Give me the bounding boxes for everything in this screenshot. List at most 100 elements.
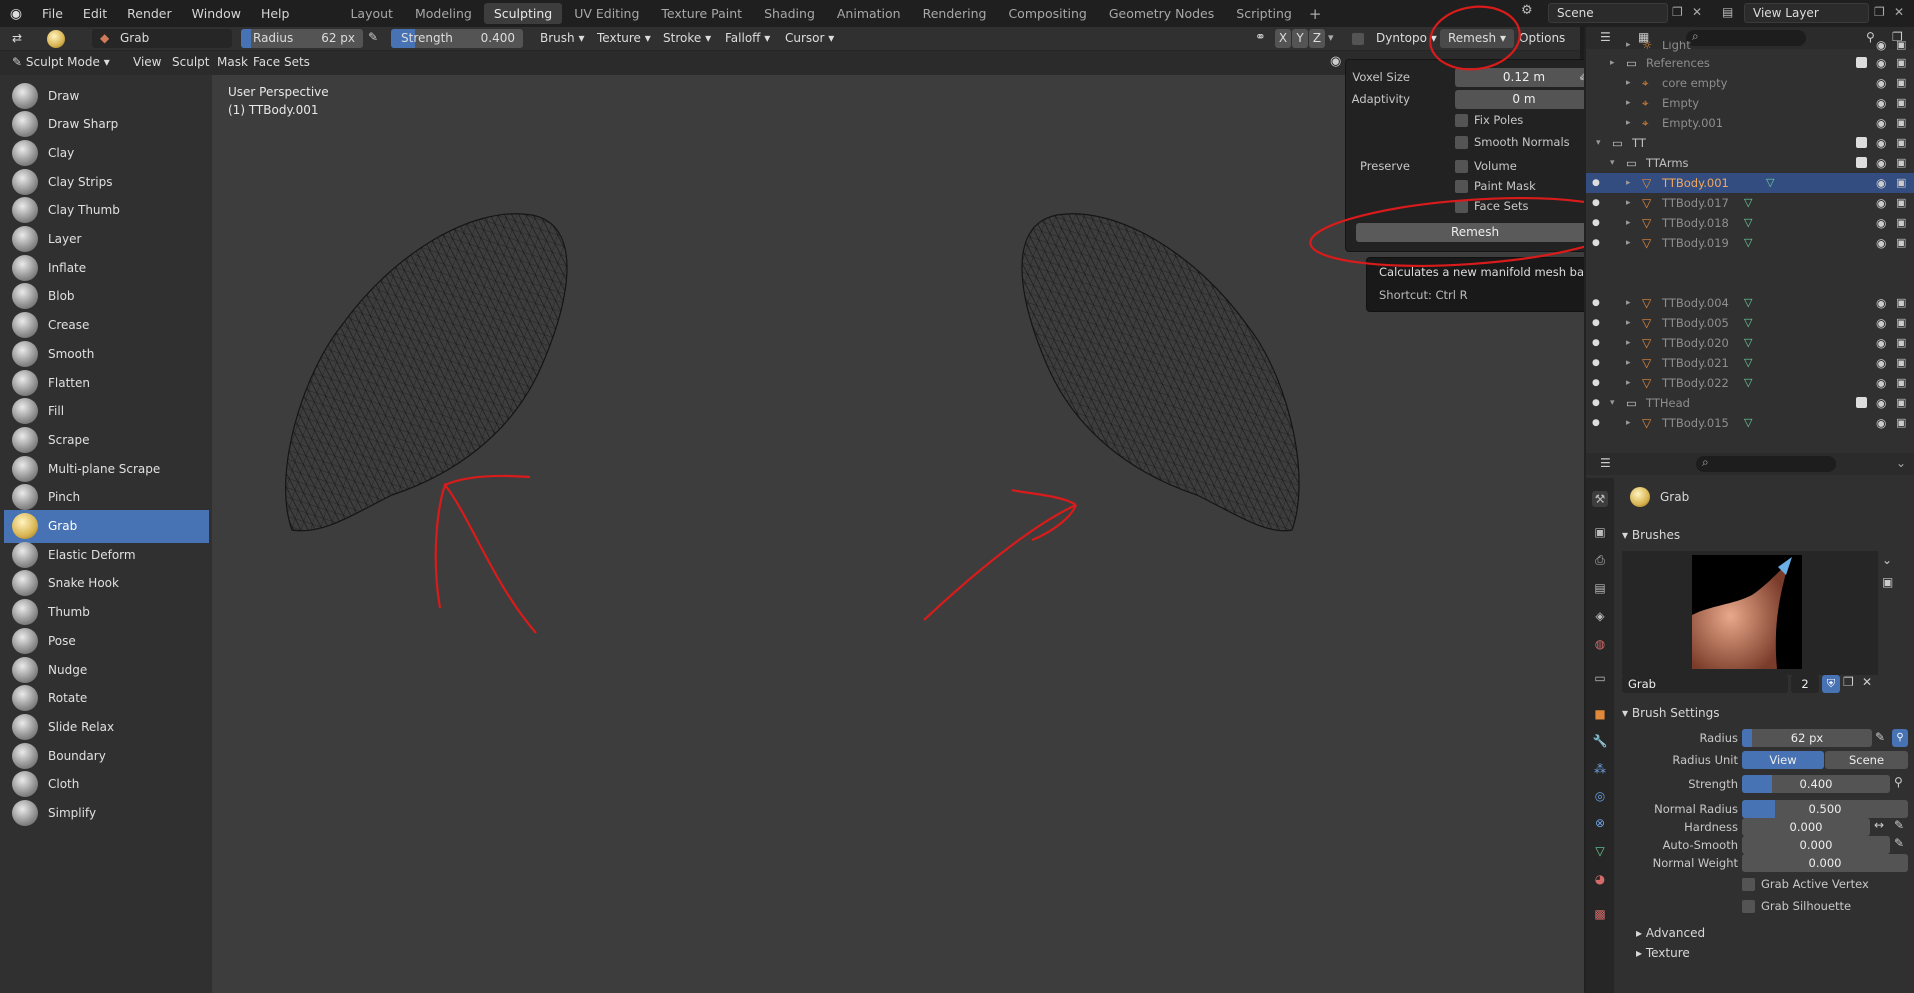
outliner-row[interactable]: ▾ ▭ TTArms ◉ ▣ bbox=[1586, 153, 1914, 173]
view-layer-tab-icon[interactable]: ▤ bbox=[1592, 580, 1608, 596]
strength-field[interactable]: 0.400 bbox=[1742, 775, 1890, 793]
delete-view-layer-icon[interactable]: ✕ bbox=[1894, 5, 1904, 19]
camera-icon[interactable]: ▣ bbox=[1896, 393, 1906, 413]
workspace-tab-layout[interactable]: Layout bbox=[340, 3, 403, 24]
outliner-row[interactable]: ● ▸ ▽ TTBody.005 ▽ ◉ ▣ bbox=[1586, 313, 1914, 333]
eye-icon[interactable]: ◉ bbox=[1876, 413, 1886, 433]
radius-unit-view[interactable]: View bbox=[1742, 751, 1824, 769]
wireframe-mesh-left[interactable] bbox=[285, 213, 568, 532]
expand-chevron-icon[interactable]: ▸ bbox=[1626, 413, 1631, 433]
outliner-row[interactable]: ▸ ⌖ Empty.001 ◉ ▣ bbox=[1586, 113, 1914, 133]
expand-chevron-icon[interactable]: ▸ bbox=[1626, 233, 1631, 253]
scene-tab-icon[interactable]: ◈ bbox=[1592, 608, 1608, 624]
falloff-menu[interactable]: Falloff ▾ bbox=[717, 29, 778, 48]
view-layer-icon[interactable]: ▤ bbox=[1722, 5, 1733, 19]
brush-preview-area[interactable] bbox=[1622, 551, 1878, 675]
blender-logo-icon[interactable]: ◉ bbox=[6, 4, 26, 24]
tool-tab-icon[interactable]: ⚒ bbox=[1592, 491, 1608, 507]
eye-icon[interactable]: ◉ bbox=[1876, 133, 1886, 153]
chevron-down-icon[interactable]: ⌄ bbox=[1882, 553, 1892, 567]
symmetry-dropdown-icon[interactable]: ▾ bbox=[1328, 31, 1334, 44]
unlink-brush-icon[interactable]: ✕ bbox=[1862, 675, 1872, 689]
expand-chevron-icon[interactable]: ▸ bbox=[1626, 353, 1631, 373]
expand-chevron-icon[interactable]: ▸ bbox=[1626, 113, 1631, 133]
camera-icon[interactable]: ▣ bbox=[1896, 293, 1906, 313]
new-view-layer-icon[interactable]: ❐ bbox=[1874, 5, 1885, 19]
expand-chevron-icon[interactable]: ▾ bbox=[1610, 393, 1615, 413]
render-tab-icon[interactable]: ▣ bbox=[1592, 524, 1608, 540]
workspace-tab-rendering[interactable]: Rendering bbox=[913, 3, 997, 24]
expand-chevron-icon[interactable]: ▸ bbox=[1626, 213, 1631, 233]
brush-preview-icon[interactable] bbox=[47, 30, 65, 48]
eye-icon[interactable]: ◉ bbox=[1876, 113, 1886, 133]
camera-icon[interactable]: ▣ bbox=[1896, 113, 1906, 133]
outliner-row[interactable]: ▾ ▭ TT ◉ ▣ bbox=[1586, 133, 1914, 153]
expand-chevron-icon[interactable]: ▸ bbox=[1626, 173, 1631, 193]
outliner-row[interactable]: ● ▸ ▽ TTBody.018 ▽ ◉ ▣ bbox=[1586, 213, 1914, 233]
hardness-invert-icon[interactable]: ↔ bbox=[1874, 818, 1884, 832]
expand-chevron-icon[interactable]: ▸ bbox=[1626, 373, 1631, 393]
expand-chevron-icon[interactable]: ▸ bbox=[1626, 293, 1631, 313]
eye-icon[interactable]: ◉ bbox=[1876, 373, 1886, 393]
physics-tab-icon[interactable]: ◎ bbox=[1592, 788, 1608, 804]
texture-tab-icon[interactable]: ▩ bbox=[1592, 906, 1608, 922]
workspace-tab-modeling[interactable]: Modeling bbox=[405, 3, 482, 24]
camera-icon[interactable]: ▣ bbox=[1896, 53, 1906, 73]
camera-icon[interactable]: ▣ bbox=[1896, 373, 1906, 393]
expand-chevron-icon[interactable]: ▸ bbox=[1626, 93, 1631, 113]
camera-icon[interactable]: ▣ bbox=[1896, 353, 1906, 373]
brushes-section-header[interactable]: ▾ Brushes bbox=[1622, 528, 1680, 542]
outliner-row[interactable]: ▸ ▭ References ◉ ▣ bbox=[1586, 53, 1914, 73]
outliner-row[interactable]: ● ▸ ▽ TTBody.019 ▽ ◉ ▣ bbox=[1586, 233, 1914, 253]
outliner-row[interactable]: ● ▸ ▽ TTBody.004 ▽ ◉ ▣ bbox=[1586, 293, 1914, 313]
eye-icon[interactable]: ◉ bbox=[1876, 333, 1886, 353]
eye-icon[interactable]: ◉ bbox=[1876, 293, 1886, 313]
brush-settings-section-header[interactable]: ▾ Brush Settings bbox=[1622, 706, 1720, 720]
radius-unit-scene[interactable]: Scene bbox=[1825, 751, 1908, 769]
menu-window[interactable]: Window bbox=[182, 0, 251, 27]
constraints-tab-icon[interactable]: ⊗ bbox=[1592, 815, 1608, 831]
scene-selector[interactable]: Scene bbox=[1548, 3, 1668, 23]
collection-checkbox[interactable] bbox=[1856, 57, 1867, 68]
add-workspace-button[interactable]: + bbox=[1303, 5, 1328, 23]
material-tab-icon[interactable]: ◕ bbox=[1592, 871, 1608, 887]
collection-tab-icon[interactable]: ▭ bbox=[1592, 670, 1608, 686]
outliner-row[interactable]: ● ▸ ▽ TTBody.022 ▽ ◉ ▣ bbox=[1586, 373, 1914, 393]
output-tab-icon[interactable]: ⎙ bbox=[1592, 552, 1608, 568]
object-tab-icon[interactable]: ■ bbox=[1592, 706, 1608, 722]
eye-icon[interactable]: ◉ bbox=[1876, 313, 1886, 333]
eye-icon[interactable]: ◉ bbox=[1876, 93, 1886, 113]
camera-icon[interactable]: ▣ bbox=[1896, 193, 1906, 213]
wireframe-mesh-right[interactable] bbox=[1021, 213, 1300, 532]
scene-type-icon[interactable]: ⚙ bbox=[1521, 3, 1541, 23]
world-tab-icon[interactable]: ◍ bbox=[1592, 636, 1608, 652]
delete-scene-icon[interactable]: ✕ bbox=[1692, 5, 1702, 19]
remesh-button[interactable]: Remesh bbox=[1356, 223, 1594, 242]
brush-menu[interactable]: Brush ▾ bbox=[532, 29, 592, 48]
axis-z-toggle[interactable]: Z bbox=[1309, 29, 1325, 48]
expand-chevron-icon[interactable]: ▾ bbox=[1596, 133, 1601, 153]
workspace-tab-sculpting[interactable]: Sculpting bbox=[483, 3, 563, 24]
strength-slider[interactable]: Strength 0.400 bbox=[391, 29, 523, 48]
new-scene-icon[interactable]: ❐ bbox=[1672, 5, 1683, 19]
preserve-volume-checkbox[interactable]: Volume bbox=[1455, 159, 1517, 173]
camera-icon[interactable]: ▣ bbox=[1896, 333, 1906, 353]
eye-icon[interactable]: ◉ bbox=[1876, 233, 1886, 253]
remesh-menu[interactable]: Remesh ▾ bbox=[1440, 29, 1514, 48]
camera-icon[interactable]: ▣ bbox=[1896, 213, 1906, 233]
workspace-tab-scripting[interactable]: Scripting bbox=[1226, 3, 1302, 24]
eye-icon[interactable]: ◉ bbox=[1876, 353, 1886, 373]
view-menu[interactable]: View bbox=[125, 53, 169, 72]
workspace-tab-compositing[interactable]: Compositing bbox=[998, 3, 1096, 24]
outliner-row[interactable]: ▸ ⌖ Empty ◉ ▣ bbox=[1586, 93, 1914, 113]
outliner-row[interactable]: ▸ ⌖ core empty ◉ ▣ bbox=[1586, 73, 1914, 93]
workspace-tab-animation[interactable]: Animation bbox=[827, 3, 911, 24]
modifier-tab-icon[interactable]: 🔧 bbox=[1592, 733, 1608, 749]
eye-icon[interactable]: ◉ bbox=[1876, 193, 1886, 213]
texture-menu[interactable]: Texture ▾ bbox=[589, 29, 659, 48]
dyntopo-menu[interactable]: Dyntopo ▾ bbox=[1368, 29, 1445, 48]
auto-smooth-field[interactable]: 0.000 bbox=[1742, 836, 1890, 854]
viewport-visibility-icon[interactable]: ◉ bbox=[1330, 54, 1341, 69]
expand-chevron-icon[interactable]: ▸ bbox=[1626, 313, 1631, 333]
cursor-menu[interactable]: Cursor ▾ bbox=[777, 29, 842, 48]
